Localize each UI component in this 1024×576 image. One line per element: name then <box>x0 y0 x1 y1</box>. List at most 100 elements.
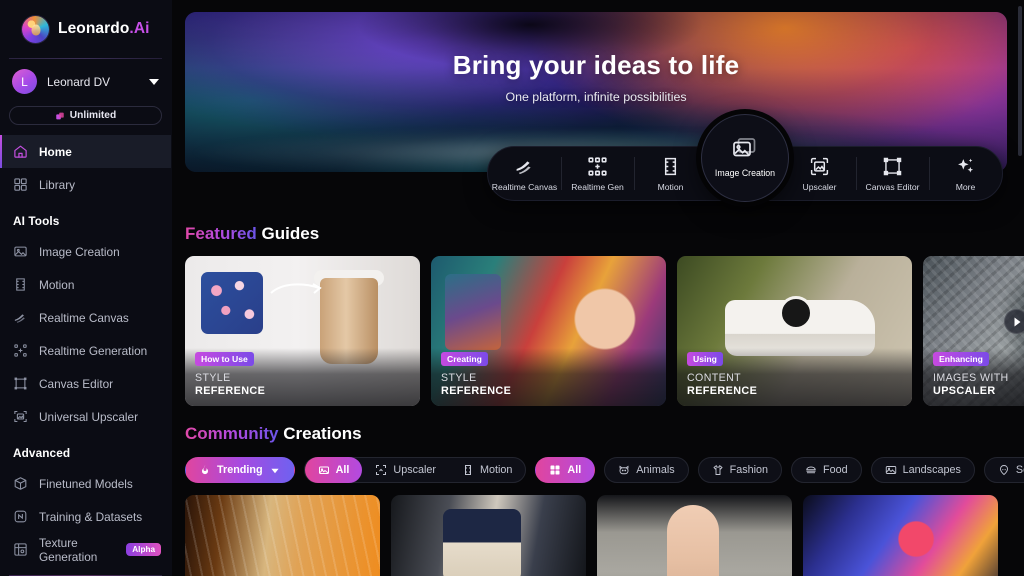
category-label-food: Food <box>823 464 848 476</box>
dock-label-motion: Motion <box>657 181 684 192</box>
community-tile-3[interactable] <box>597 495 792 576</box>
guide-card-badge: How to Use <box>195 352 254 366</box>
user-menu[interactable]: L Leonard DV <box>0 59 171 104</box>
category-chip-animals[interactable]: Animals <box>604 457 689 483</box>
brand[interactable]: Leonardo.Ai <box>0 0 171 58</box>
sidebar-section-advanced: Advanced <box>13 446 71 460</box>
plan-badge[interactable]: Unlimited <box>9 106 162 125</box>
guides-next-button[interactable] <box>1004 309 1024 334</box>
chevron-down-icon <box>270 468 279 473</box>
dock-item-upscaler[interactable]: Upscaler <box>783 147 856 200</box>
type-filter-upscaler[interactable]: Upscaler <box>362 457 449 483</box>
dock-label-more: More <box>955 181 976 192</box>
type-filter-all[interactable]: All <box>304 457 363 483</box>
sidebar-item-motion[interactable]: Motion <box>0 268 171 301</box>
guide-card-line2: REFERENCE <box>687 385 758 397</box>
avatar: L <box>12 69 37 94</box>
brand-name-suffix: .Ai <box>129 20 150 37</box>
sidebar-item-label-library: Library <box>39 177 76 192</box>
sidebar-item-home[interactable]: Home <box>0 135 171 168</box>
category-label-fashion: Fashion <box>729 464 769 476</box>
category-chip-landscapes[interactable]: Landscapes <box>870 457 975 483</box>
sidebar-item-canvas-editor[interactable]: Canvas Editor <box>0 367 171 400</box>
hero-copy: Bring your ideas to life One platform, i… <box>185 50 1007 104</box>
guide-card-badge: Using <box>687 352 723 366</box>
dock-label-upscaler: Upscaler <box>802 181 837 192</box>
community-tile-2[interactable] <box>391 495 586 576</box>
training-datasets-icon <box>14 510 27 523</box>
sidebar-item-label-universal-upscaler: Universal Upscaler <box>39 409 138 424</box>
library-grid-icon <box>14 178 27 191</box>
guide-card-badge: Enhancing <box>933 352 989 366</box>
guide-card-1[interactable]: How to Use STYLE REFERENCE <box>185 256 420 406</box>
guide-card-line2: REFERENCE <box>195 385 266 397</box>
flame-icon <box>202 465 208 475</box>
page-scrollbar[interactable] <box>1018 6 1022 156</box>
image-creation-icon <box>318 466 329 474</box>
dock-item-realtime-gen[interactable]: Realtime Gen <box>561 147 634 200</box>
food-icon <box>806 466 816 474</box>
dock-item-motion[interactable]: Motion <box>634 147 707 200</box>
category-label-animals: Animals <box>636 464 675 476</box>
sidebar-nav: Home Library AI Tools Image Creation Mot… <box>0 135 171 576</box>
category-chip-fashion[interactable]: Fashion <box>697 457 783 483</box>
dock-label-image-creation: Image Creation <box>714 168 776 178</box>
type-filter-group: All Upscaler Motion <box>303 457 527 483</box>
community-creations-heading: Community Creations <box>185 424 1024 444</box>
category-label-sci-fi: Sci-Fi <box>1015 464 1024 476</box>
category-chip-food[interactable]: Food <box>791 457 862 483</box>
featured-heading-rest: Guides <box>256 224 320 243</box>
cube-icon <box>14 477 27 490</box>
type-filter-label-all: All <box>335 464 350 476</box>
sidebar-item-universal-upscaler[interactable]: Universal Upscaler <box>0 400 171 433</box>
sidebar-item-texture-generation[interactable]: Texture Generation Alpha <box>0 533 171 566</box>
guide-card-3[interactable]: Using CONTENT REFERENCE <box>677 256 912 406</box>
sidebar-item-realtime-canvas[interactable]: Realtime Canvas <box>0 301 171 334</box>
upscaler-icon <box>810 157 829 175</box>
dock-item-more[interactable]: More <box>929 147 1002 200</box>
featured-heading-accent: Featured <box>185 224 257 243</box>
sidebar-item-label-realtime-canvas: Realtime Canvas <box>39 310 129 325</box>
realtime-canvas-icon <box>14 314 25 323</box>
category-chip-all[interactable]: All <box>535 457 596 483</box>
image-creation-icon <box>733 138 756 157</box>
sort-dropdown-trending[interactable]: Trending <box>185 457 295 483</box>
type-filter-motion[interactable]: Motion <box>449 457 525 483</box>
user-name: Leonard DV <box>47 74 110 89</box>
category-chip-sci-fi[interactable]: Sci-Fi <box>983 457 1024 483</box>
sidebar-item-library[interactable]: Library <box>0 168 171 201</box>
dock-label-realtime-canvas: Realtime Canvas <box>491 181 558 192</box>
sidebar-item-training-datasets[interactable]: Training & Datasets <box>0 500 171 533</box>
community-tile-1[interactable] <box>185 495 380 576</box>
sidebar-item-label-training-datasets: Training & Datasets <box>39 509 143 524</box>
image-creation-icon <box>14 246 27 257</box>
sidebar-item-realtime-generation[interactable]: Realtime Generation <box>0 334 171 367</box>
fashion-icon <box>712 465 723 475</box>
chevron-down-icon <box>149 78 159 85</box>
category-label-all: All <box>567 464 582 476</box>
dock-item-realtime-canvas[interactable]: Realtime Canvas <box>488 147 561 200</box>
sidebar-item-label-home: Home <box>39 144 72 159</box>
guide-card-2[interactable]: Creating STYLE REFERENCE <box>431 256 666 406</box>
guide-card-line1: CONTENT <box>687 372 741 384</box>
dock-item-canvas-editor[interactable]: Canvas Editor <box>856 147 929 200</box>
sidebar-item-finetuned-models[interactable]: Finetuned Models <box>0 467 171 500</box>
chevron-right-icon <box>1014 317 1020 326</box>
animals-icon <box>619 465 629 475</box>
sidebar-item-label-texture-generation: Texture Generation <box>39 535 98 564</box>
sidebar-item-image-creation[interactable]: Image Creation <box>0 235 171 268</box>
sidebar-item-label-realtime-generation: Realtime Generation <box>39 343 148 358</box>
sidebar-item-label-image-creation: Image Creation <box>39 244 120 259</box>
realtime-generation-icon <box>588 156 607 176</box>
membership-icon <box>56 112 64 119</box>
community-tile-4[interactable] <box>803 495 998 576</box>
hero-subtitle: One platform, infinite possibilities <box>505 90 687 104</box>
featured-guides-heading: Featured Guides <box>185 224 1024 244</box>
sidebar-item-label-canvas-editor: Canvas Editor <box>39 376 114 391</box>
guide-card-line2: REFERENCE <box>441 385 512 397</box>
dock-item-image-creation[interactable]: Image Creation <box>701 113 789 202</box>
type-filter-label-motion: Motion <box>480 464 513 476</box>
motion-film-icon <box>16 278 25 291</box>
status-badge-alpha: Alpha <box>126 543 161 556</box>
dock-label-canvas-editor: Canvas Editor <box>865 181 920 192</box>
